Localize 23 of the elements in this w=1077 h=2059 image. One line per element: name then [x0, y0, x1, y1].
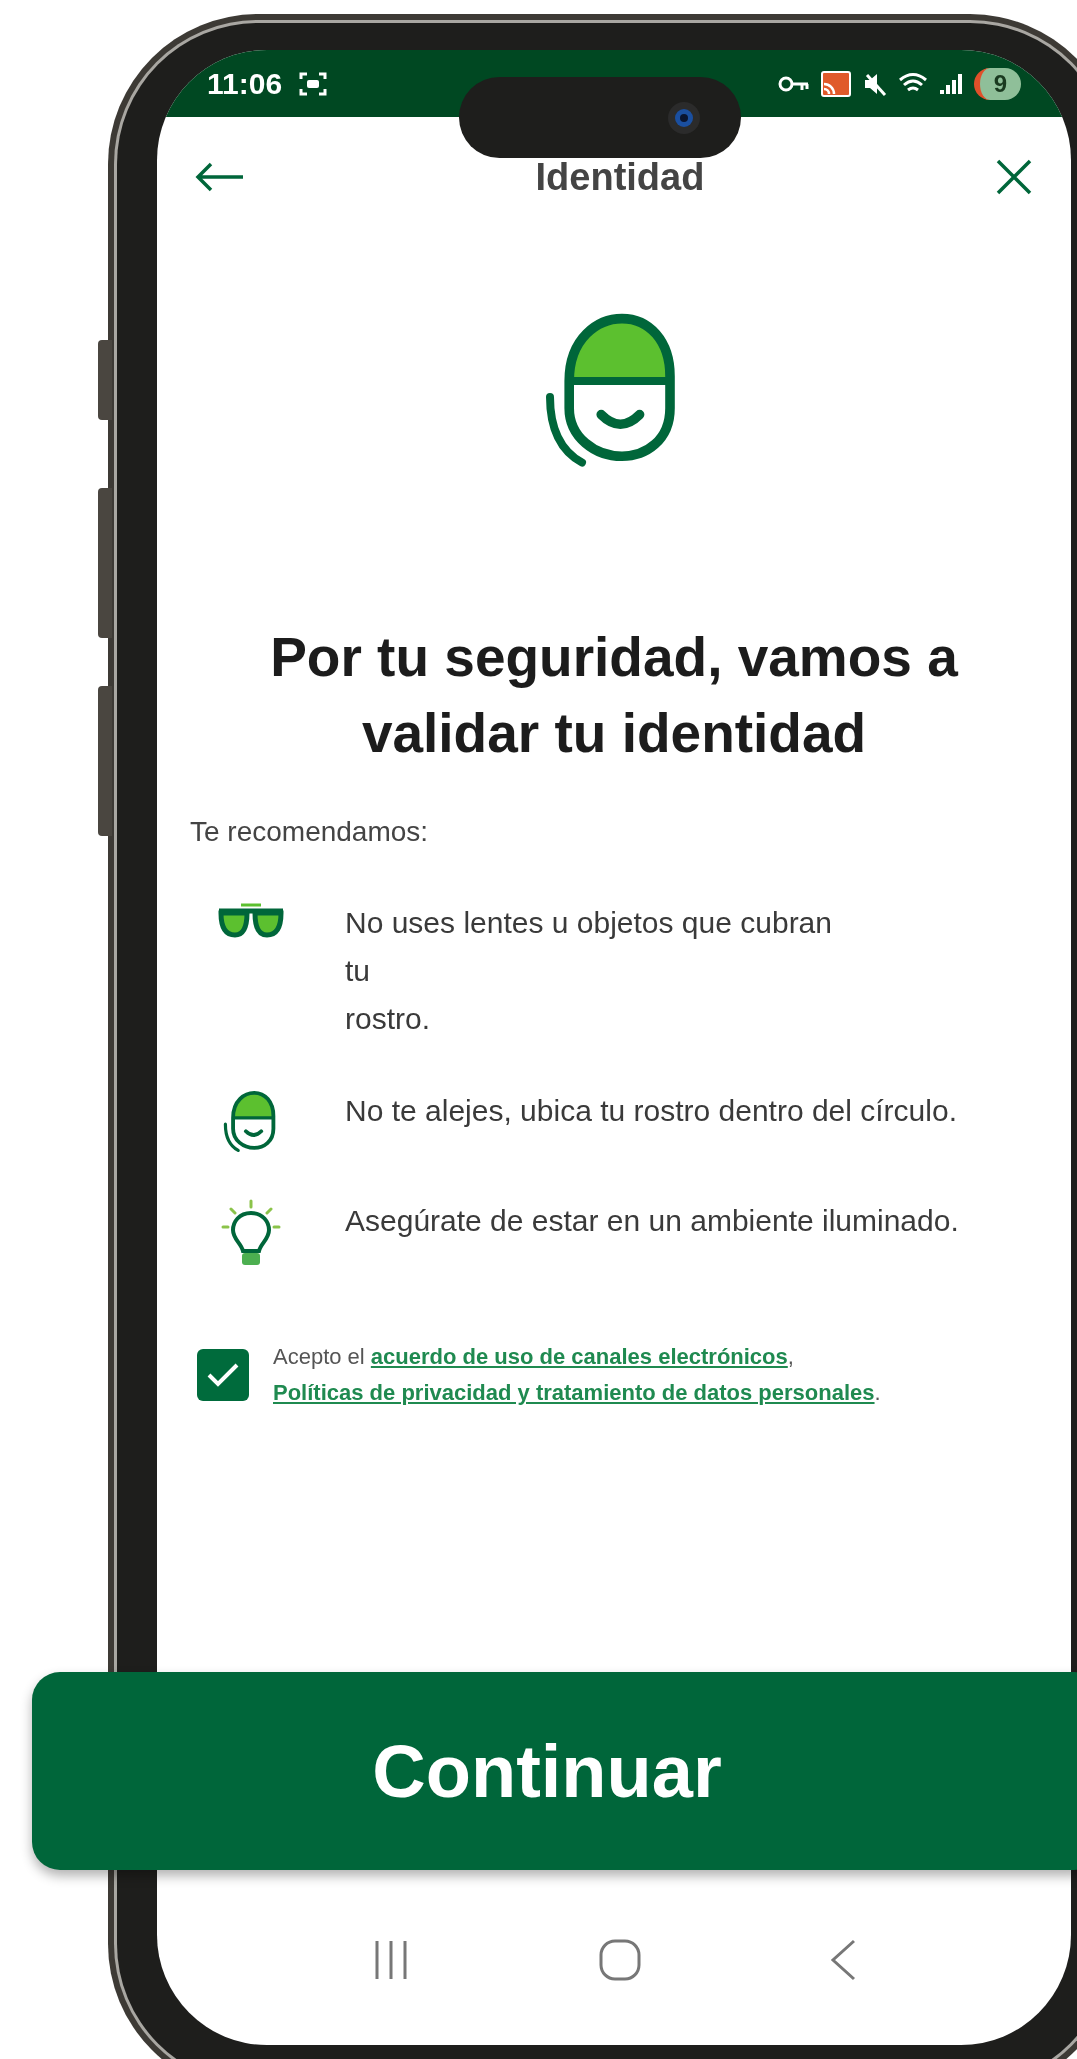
tip-text: Asegúrate de estar en un ambiente iluminado.: [345, 1203, 960, 1239]
checkmark-icon: [206, 1362, 240, 1388]
screen-record-icon: [298, 70, 329, 97]
signal-icon: [937, 71, 964, 96]
recommend-label: Te recomendamos:: [190, 815, 430, 849]
back-icon[interactable]: [829, 1938, 858, 1982]
tip-text: No uses lentes u objetos que cubran tu rostro.: [345, 905, 833, 1037]
home-icon[interactable]: [598, 1938, 642, 1982]
status-time: 11:06: [207, 66, 283, 102]
page-heading: Por tu seguridad, vamos a validar tu identidad: [269, 625, 960, 766]
key-icon: [777, 74, 810, 93]
tip-text: No te alejes, ubica tu rostro dentro del círculo.: [345, 1093, 958, 1129]
back-arrow-icon[interactable]: [195, 161, 245, 193]
camera-lens-icon: [667, 100, 701, 135]
battery-indicator: 9: [973, 67, 1021, 100]
consent-checkbox[interactable]: [197, 1349, 249, 1401]
continue-button[interactable]: Continuar: [32, 1672, 1077, 1870]
close-icon[interactable]: [995, 158, 1033, 196]
cast-icon: [819, 69, 852, 98]
header-title: Identidad: [535, 154, 705, 200]
terms-link[interactable]: acuerdo de uso de canales electrónicos: [370, 1344, 788, 1369]
consent-text: Acepto el acuerdo de uso de canales electrónicos, Políticas de privacidad y tratamiento de datos personales.: [273, 1343, 882, 1407]
terms-link[interactable]: Políticas de privacidad y tratamiento de datos personales: [273, 1380, 875, 1405]
